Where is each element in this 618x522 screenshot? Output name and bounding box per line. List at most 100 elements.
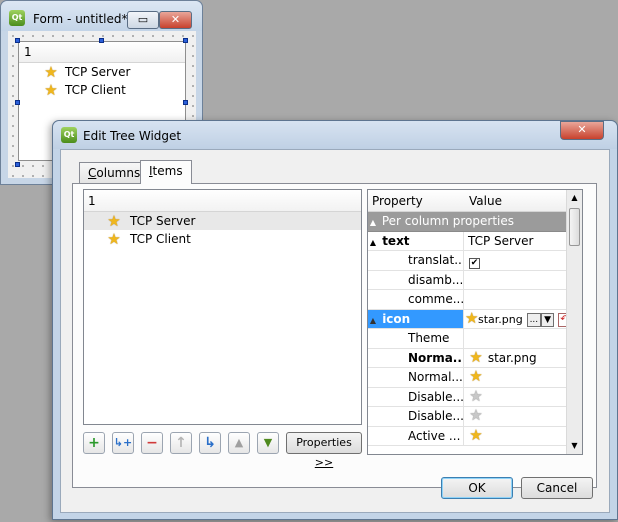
tree-item[interactable]: ★ TCP Server bbox=[84, 212, 361, 230]
property-name: disamb... bbox=[368, 270, 464, 289]
star-icon: ★ bbox=[44, 81, 58, 99]
properties-arrows: >> bbox=[314, 456, 334, 469]
tab-columns-label: olumns bbox=[96, 166, 141, 180]
star-icon: ★ bbox=[465, 309, 479, 327]
property-row-normal-off[interactable]: Norma... ★ star.png bbox=[368, 348, 567, 368]
tree-item-label: TCP Client bbox=[130, 232, 191, 246]
close-button[interactable]: ✕ bbox=[159, 11, 192, 29]
star-disabled-icon: ★ bbox=[469, 407, 483, 424]
property-name: Disable... bbox=[368, 387, 464, 406]
items-tree[interactable]: 1 ★ TCP Server ★ TCP Client bbox=[83, 189, 362, 425]
property-row-normal-on[interactable]: Normal... ★ bbox=[368, 368, 567, 388]
property-name: text bbox=[382, 233, 410, 248]
property-scrollbar[interactable]: ▲ ▼ bbox=[566, 190, 582, 454]
tab-items-label: tems bbox=[152, 164, 183, 178]
qt-app-icon: Qt bbox=[61, 127, 77, 143]
browse-button[interactable]: ... bbox=[526, 312, 542, 327]
property-row-text[interactable]: ▲ text TCP Server bbox=[368, 231, 567, 251]
move-item-left-button[interactable]: ↑ bbox=[170, 432, 192, 454]
qt-app-icon: Qt bbox=[9, 10, 25, 26]
property-value[interactable]: star.png bbox=[488, 351, 537, 365]
expand-arrow-icon[interactable]: ▲ bbox=[368, 233, 378, 251]
dialog-close-button[interactable]: ✕ bbox=[560, 121, 604, 140]
star-icon: ★ bbox=[469, 368, 483, 385]
property-group-row[interactable]: ▲ Per column properties bbox=[368, 212, 567, 232]
scroll-down-arrow-icon[interactable]: ▼ bbox=[567, 438, 582, 454]
property-rows: ▲ Per column properties ▲ text TCP Serve… bbox=[368, 212, 567, 446]
star-icon: ★ bbox=[107, 212, 121, 230]
property-row-translatable[interactable]: translat... ✔ bbox=[368, 251, 567, 271]
property-editor-header: Property Value bbox=[368, 190, 567, 212]
property-name: Disable... bbox=[368, 407, 464, 426]
move-item-up-button[interactable]: ▲ bbox=[228, 432, 250, 454]
value-column-header[interactable]: Value bbox=[469, 190, 502, 212]
property-name: comme... bbox=[368, 290, 464, 309]
minimize-button[interactable]: ▭ bbox=[127, 11, 159, 29]
property-name: icon bbox=[382, 311, 411, 326]
cancel-button[interactable]: Cancel bbox=[521, 477, 593, 499]
dialog-client-area: Columns Items 1 ★ TCP Server ★ TCP Clien… bbox=[60, 149, 610, 513]
selection-handle[interactable] bbox=[183, 38, 188, 43]
scroll-thumb[interactable] bbox=[569, 208, 580, 246]
new-subitem-button[interactable]: ↳+ bbox=[112, 432, 134, 454]
property-row-comment[interactable]: comme... bbox=[368, 290, 567, 310]
form-titlebar[interactable]: Qt Form - untitled* ▭ ✕ bbox=[1, 1, 202, 31]
form-tree-item[interactable]: ★ TCP Server bbox=[19, 63, 185, 81]
star-icon: ★ bbox=[107, 230, 121, 248]
icon-file-name: star.png bbox=[478, 312, 523, 326]
move-item-right-button[interactable]: ↳ bbox=[199, 432, 221, 454]
expand-arrow-icon[interactable]: ▲ bbox=[368, 311, 378, 329]
ok-button[interactable]: OK bbox=[441, 477, 513, 499]
property-name: Normal... bbox=[368, 368, 464, 387]
icon-value-editor[interactable]: ★star.png ...▼ ↶ bbox=[465, 310, 567, 329]
property-row-icon[interactable]: ▲ icon ★star.png ...▼ ↶ bbox=[368, 309, 567, 329]
property-name: translat... bbox=[368, 251, 464, 270]
star-icon: ★ bbox=[44, 63, 58, 81]
property-value[interactable] bbox=[465, 271, 567, 290]
property-editor[interactable]: Property Value ▲ Per column properties ▲… bbox=[367, 189, 583, 455]
form-tree-item[interactable]: ★ TCP Client bbox=[19, 81, 185, 99]
tree-item[interactable]: ★ TCP Client bbox=[84, 230, 361, 248]
selection-handle[interactable] bbox=[15, 38, 20, 43]
delete-item-button[interactable]: − bbox=[141, 432, 163, 454]
selection-handle[interactable] bbox=[99, 38, 104, 43]
property-row-theme[interactable]: Theme bbox=[368, 329, 567, 349]
property-name: Norma... bbox=[368, 348, 464, 367]
property-row-disabled-off[interactable]: Disable... ★ bbox=[368, 387, 567, 407]
form-tree-item-label: TCP Server bbox=[65, 65, 131, 79]
star-icon: ★ bbox=[469, 426, 483, 444]
items-tree-header: 1 bbox=[84, 190, 361, 212]
properties-toggle-button[interactable]: Properties >> bbox=[286, 432, 362, 469]
dialog-title: Edit Tree Widget bbox=[83, 129, 182, 143]
property-row-active-off[interactable]: Active ... ★ bbox=[368, 426, 567, 446]
property-name: Active ... bbox=[368, 426, 464, 445]
items-tab-panel: 1 ★ TCP Server ★ TCP Client + ↳+ − ↑ ↳ ▲… bbox=[72, 183, 597, 488]
translatable-checkbox[interactable]: ✔ bbox=[469, 258, 480, 269]
star-icon: ★ bbox=[469, 348, 483, 366]
property-value[interactable] bbox=[465, 329, 567, 348]
properties-label: Properties bbox=[296, 436, 352, 449]
form-tree-header: 1 bbox=[19, 42, 185, 63]
selection-handle[interactable] bbox=[15, 100, 20, 105]
property-name: Per column properties bbox=[381, 214, 514, 228]
star-disabled-icon: ★ bbox=[469, 387, 483, 405]
move-item-down-button[interactable]: ▼ bbox=[257, 432, 279, 454]
tab-items[interactable]: Items bbox=[140, 160, 192, 184]
property-row-disambiguation[interactable]: disamb... bbox=[368, 270, 567, 290]
form-title: Form - untitled* bbox=[33, 12, 128, 26]
scroll-up-arrow-icon[interactable]: ▲ bbox=[567, 190, 582, 206]
dialog-titlebar[interactable]: Qt Edit Tree Widget ✕ bbox=[53, 121, 617, 149]
tab-columns[interactable]: Columns bbox=[79, 162, 150, 184]
selection-handle[interactable] bbox=[183, 100, 188, 105]
property-value[interactable]: TCP Server bbox=[465, 232, 567, 251]
form-tree-item-label: TCP Client bbox=[65, 83, 126, 97]
expand-arrow-icon[interactable]: ▲ bbox=[368, 213, 378, 231]
property-column-header[interactable]: Property bbox=[372, 190, 423, 212]
property-name: Theme bbox=[368, 329, 464, 348]
new-item-button[interactable]: + bbox=[83, 432, 105, 454]
selection-handle[interactable] bbox=[15, 162, 20, 167]
edit-tree-widget-dialog: Qt Edit Tree Widget ✕ Columns Items 1 ★ … bbox=[52, 120, 618, 520]
dropdown-button[interactable]: ▼ bbox=[541, 312, 555, 327]
property-value[interactable] bbox=[465, 290, 567, 309]
property-row-disabled-on[interactable]: Disable... ★ bbox=[368, 407, 567, 427]
